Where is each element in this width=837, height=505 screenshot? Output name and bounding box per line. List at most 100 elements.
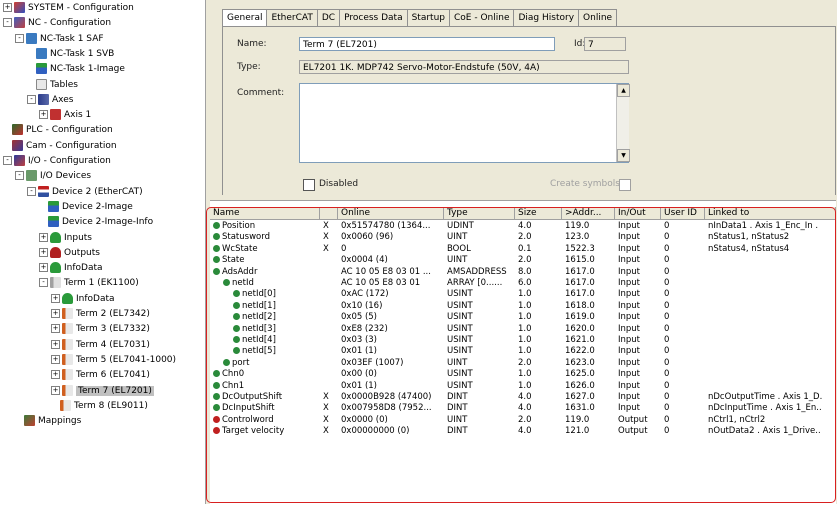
expand-icon[interactable]: + <box>51 339 60 349</box>
table-row[interactable]: AdsAddr AC 10 05 E8 03 01 ... AMSADDRESS 8.… <box>210 267 836 278</box>
table-row[interactable]: netId[4] 0x03 (3) USINT 1.0 1621.0 Input 0 <box>210 335 836 346</box>
tree-node[interactable]: - NC - Configuration <box>3 16 111 31</box>
tree-node[interactable]: Cam - Configuration <box>3 139 117 154</box>
tree-node[interactable]: + SYSTEM - Configuration <box>3 1 134 16</box>
column-header[interactable]: In/Out <box>615 207 661 219</box>
table-row[interactable]: netId[1] 0x10 (16) USINT 1.0 1618.0 Input 0 <box>210 301 836 312</box>
tree-node[interactable]: Device 2-Image <box>39 200 133 215</box>
tree-node[interactable]: + InfoData <box>39 261 103 276</box>
expand-icon[interactable]: + <box>51 354 60 364</box>
disabled-checkbox[interactable] <box>303 179 315 191</box>
table-row[interactable]: netId[3] 0xE8 (232) USINT 1.0 1620.0 Input 0 <box>210 324 836 335</box>
tree-node[interactable]: + Inputs <box>39 231 92 246</box>
table-row[interactable]: WcState X 0 BOOL 0.1 1522.3 Input 0 nStatus4, nS… <box>210 244 836 255</box>
tree-node[interactable]: NC-Task 1 SVB <box>27 47 114 62</box>
collapse-icon[interactable]: - <box>27 186 36 196</box>
tab-ethercat[interactable]: EtherCAT <box>266 9 318 26</box>
table-row[interactable]: DcOutputShift X 0x0000B928 (47400) DINT 4.0 1… <box>210 392 836 403</box>
tree-node[interactable]: + Term 5 (EL7041-1000) <box>51 353 176 368</box>
variable-name: netId[5] <box>242 346 276 357</box>
tree-node[interactable]: - Axes <box>27 93 73 108</box>
expand-icon[interactable]: + <box>51 324 60 334</box>
table-row[interactable]: Position X 0x51574780 (1364... UDINT 4.0 119.… <box>210 221 836 232</box>
expand-icon[interactable]: + <box>3 3 12 12</box>
column-header[interactable]: Name <box>210 207 320 219</box>
expand-icon[interactable]: + <box>51 370 60 380</box>
expand-icon[interactable]: + <box>39 247 48 257</box>
collapse-icon[interactable]: - <box>15 33 24 43</box>
tree-node[interactable]: + Outputs <box>39 246 100 261</box>
collapse-icon[interactable]: - <box>3 156 12 165</box>
tree-node[interactable]: + InfoData <box>51 292 115 307</box>
tree-node[interactable]: Mappings <box>15 414 81 429</box>
table-row[interactable]: Chn0 0x00 (0) USINT 1.0 1625.0 Input 0 <box>210 369 836 380</box>
table-row[interactable]: State 0x0004 (4) UINT 2.0 1615.0 Input 0 <box>210 255 836 266</box>
tree-node[interactable]: PLC - Configuration <box>3 123 113 138</box>
collapse-icon[interactable]: - <box>15 171 24 181</box>
column-header[interactable]: Online <box>338 207 444 219</box>
column-header[interactable]: Type <box>444 207 515 219</box>
termo-icon <box>62 384 73 396</box>
solution-tree[interactable]: + SYSTEM - Configuration - NC - Configurati… <box>0 0 206 504</box>
tree-node[interactable]: - NC-Task 1 SAF <box>15 32 104 47</box>
axis-icon <box>50 109 61 121</box>
tree-node[interactable]: Term 8 (EL9011) <box>51 399 148 414</box>
scroll-up-icon[interactable]: ▲ <box>617 84 630 97</box>
expand-icon[interactable]: + <box>51 385 60 395</box>
expand-icon[interactable]: + <box>39 263 48 273</box>
tab-coe-online[interactable]: CoE - Online <box>449 9 515 26</box>
tree-node[interactable]: + Axis 1 <box>39 108 91 123</box>
expand-icon[interactable]: + <box>39 232 48 242</box>
tree-node[interactable]: NC-Task 1-Image <box>27 62 125 77</box>
table-row[interactable]: port 0x03EF (1007) UINT 2.0 1623.0 Input 0 <box>210 358 836 369</box>
comment-textarea[interactable] <box>299 83 629 163</box>
table-row[interactable]: netId AC 10 05 E8 03 01 ARRAY [0...... 6.0 1… <box>210 278 836 289</box>
tab-general[interactable]: General <box>222 9 268 27</box>
tree-node[interactable]: + Term 2 (EL7342) <box>51 307 150 322</box>
expand-icon[interactable]: + <box>51 293 60 303</box>
table-row[interactable]: netId[0] 0xAC (172) USINT 1.0 1617.0 Input 0 <box>210 289 836 300</box>
table-row[interactable]: DcInputShift X 0x007958D8 (7952... DINT 4.0 1… <box>210 403 836 414</box>
comment-scrollbar[interactable]: ▲ ▼ <box>616 84 630 162</box>
table-row[interactable]: netId[2] 0x05 (5) USINT 1.0 1619.0 Input 0 <box>210 312 836 323</box>
table-row[interactable]: Controlword X 0x0000 (0) UINT 2.0 119.0 Output… <box>210 415 836 426</box>
tree-node[interactable]: - I/O - Configuration <box>3 154 111 169</box>
tab-online[interactable]: Online <box>578 9 618 26</box>
task-icon <box>36 47 47 59</box>
id-field: 7 <box>584 37 626 51</box>
column-header[interactable]: >Addr... <box>562 207 615 219</box>
collapse-icon[interactable]: - <box>27 94 36 104</box>
tree-node[interactable]: - I/O Devices <box>15 169 91 184</box>
expand-icon[interactable]: + <box>39 110 48 120</box>
input-variable-icon <box>213 222 220 229</box>
tree-node[interactable]: + Term 7 (EL7201) <box>51 384 154 399</box>
type-label: Type: <box>237 62 261 72</box>
expand-icon[interactable]: + <box>51 309 60 318</box>
table-row[interactable]: Target velocity X 0x00000000 (0) DINT 4.0 121… <box>210 426 836 437</box>
column-header[interactable]: User ID <box>661 207 705 219</box>
table-row[interactable]: Statusword X 0x0060 (96) UINT 2.0 123.0 Input 0… <box>210 232 836 243</box>
tab-diag-history[interactable]: Diag History <box>513 9 580 26</box>
table-row[interactable]: Chn1 0x01 (1) USINT 1.0 1626.0 Input 0 <box>210 381 836 392</box>
column-header[interactable]: Linked to <box>705 207 836 219</box>
scroll-down-icon[interactable]: ▼ <box>617 149 630 162</box>
tree-node[interactable]: + Term 3 (EL7332) <box>51 322 150 337</box>
tab-process-data[interactable]: Process Data <box>339 9 408 26</box>
column-header[interactable]: Size <box>515 207 562 219</box>
name-input[interactable]: Term 7 (EL7201) <box>299 37 555 51</box>
column-header[interactable] <box>320 207 338 219</box>
tree-node[interactable]: + Term 6 (EL7041) <box>51 368 150 383</box>
tab-startup[interactable]: Startup <box>406 9 450 26</box>
collapse-icon[interactable]: - <box>3 18 12 28</box>
tree-node[interactable]: Tables <box>27 78 78 93</box>
tree-node[interactable]: - Device 2 (EtherCAT) <box>27 185 143 200</box>
table-row[interactable]: netId[5] 0x01 (1) USINT 1.0 1622.0 Input 0 <box>210 346 836 357</box>
tree-node[interactable]: - Term 1 (EK1100) <box>39 276 139 291</box>
tree-node[interactable]: Device 2-Image-Info <box>39 215 153 230</box>
online-cell: 0x51574780 (1364... <box>341 221 431 231</box>
tree-node[interactable]: + Term 4 (EL7031) <box>51 338 150 353</box>
collapse-icon[interactable]: - <box>39 278 48 288</box>
tab-dc[interactable]: DC <box>316 9 341 26</box>
